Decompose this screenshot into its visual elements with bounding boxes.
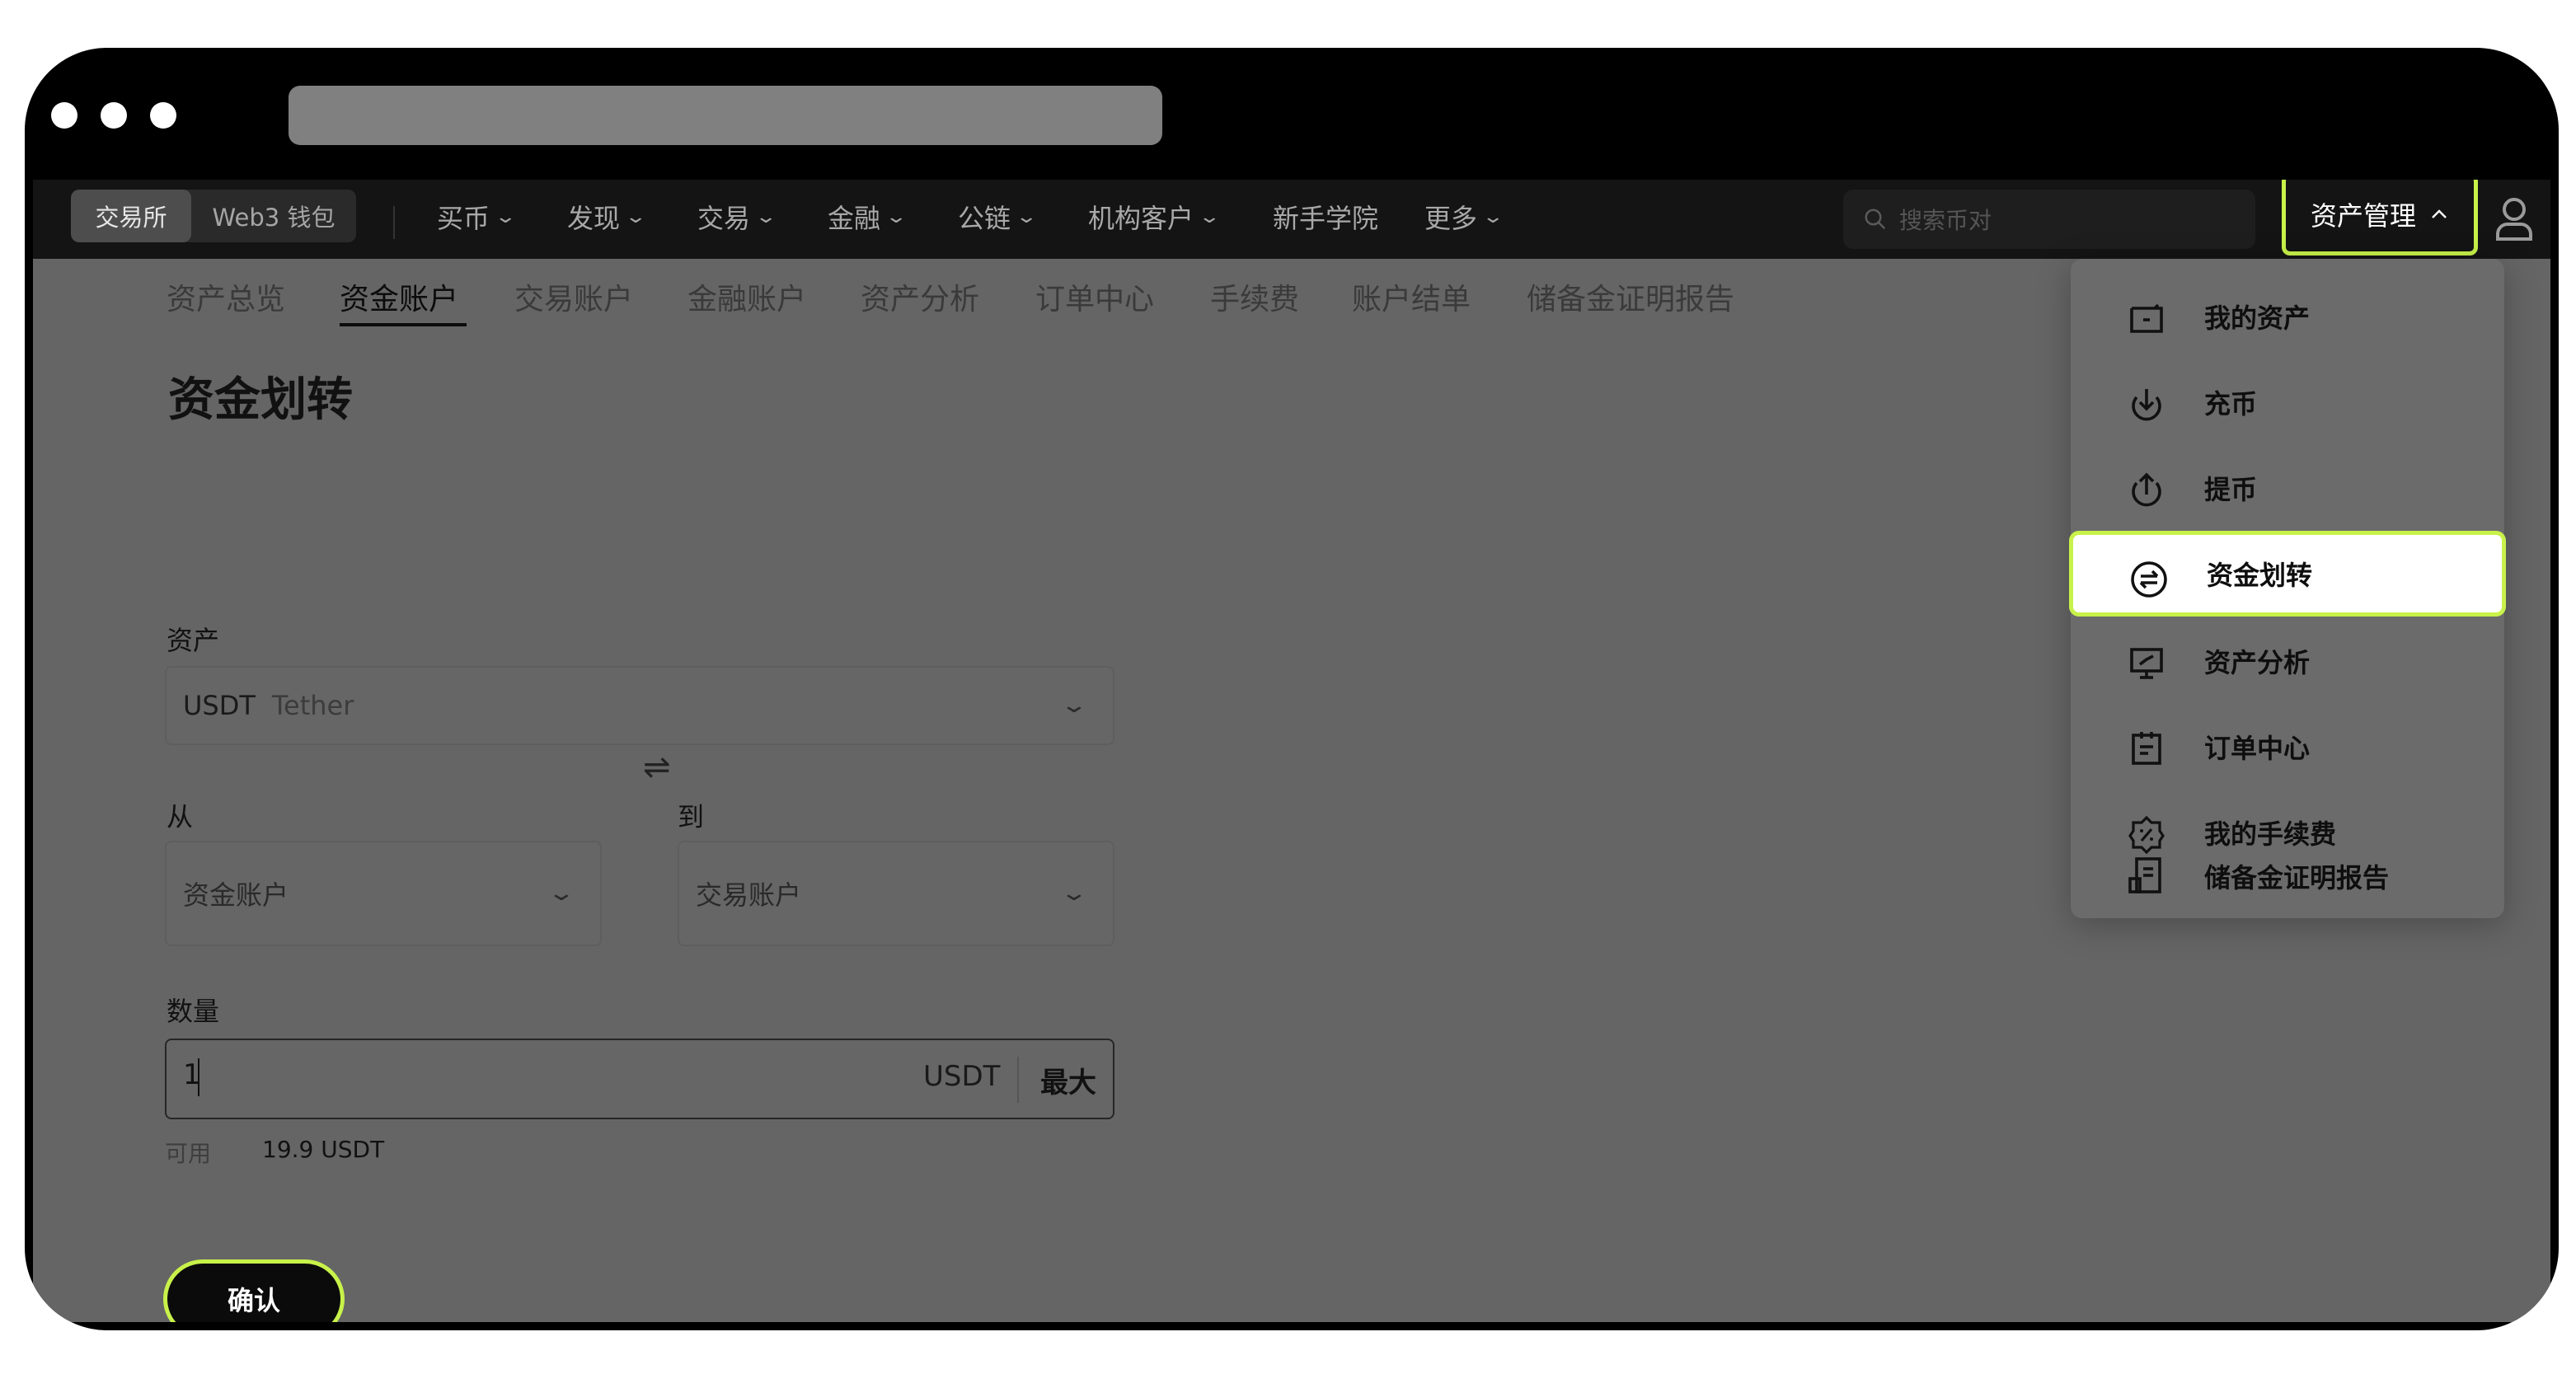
text-cursor: [198, 1058, 199, 1096]
asset-management-button[interactable]: 资产管理: [2282, 180, 2478, 256]
to-account-select[interactable]: 交易账户 ⌄: [678, 841, 1114, 946]
max-button[interactable]: 最大: [1040, 1060, 1096, 1100]
active-tab-underline: [340, 323, 467, 326]
menu-label: 订单中心: [2204, 733, 2311, 764]
asset-symbol: USDT: [183, 690, 256, 721]
nav-item-more[interactable]: 更多 ⌄: [1424, 198, 1504, 236]
fee-badge-icon: [2128, 815, 2165, 854]
available-value: 19.9 USDT: [262, 1136, 385, 1163]
report-icon: [2128, 857, 2161, 893]
chevron-up-icon: [2432, 209, 2447, 218]
asset-select[interactable]: USDT Tether ⌄: [165, 666, 1114, 745]
asset-management-label: 资产管理: [2310, 200, 2416, 232]
menu-label: 充币: [2204, 388, 2258, 420]
quantity-label: 数量: [167, 996, 220, 1027]
search-placeholder: 搜索币对: [1899, 207, 1992, 234]
menu-item-withdraw[interactable]: 提币: [2071, 445, 2504, 531]
to-account-value: 交易账户: [696, 879, 802, 911]
nav-item-discover[interactable]: 发现 ⌄: [567, 198, 647, 236]
tab-exchange[interactable]: 交易所: [71, 190, 191, 242]
search-input[interactable]: 搜索币对: [1843, 190, 2255, 249]
tab-finance-account[interactable]: 金融账户: [687, 275, 806, 318]
nav-label: 交易: [697, 203, 751, 234]
page-viewport: 交易所 Web3 钱包 买币 ⌄ 发现 ⌄ 交易 ⌄ 金融 ⌄ 公链 ⌄ 机构客户 ⌄ 新手…: [33, 180, 2550, 1322]
nav-label: 金融: [828, 203, 881, 234]
asset-label: 资产: [167, 625, 220, 656]
from-label: 从: [167, 801, 194, 832]
confirm-button[interactable]: 确认: [163, 1259, 345, 1322]
nav-label: 更多: [1424, 203, 1478, 234]
deposit-icon: [2132, 389, 2161, 421]
menu-item-my-assets[interactable]: 我的资产: [2071, 274, 2504, 359]
nav-item-buy[interactable]: 买币 ⌄: [437, 198, 517, 236]
withdraw-icon: [2132, 472, 2161, 507]
quantity-unit: USDT: [923, 1060, 1001, 1093]
menu-label: 资产分析: [2204, 647, 2311, 678]
chevron-down-icon: ⌄: [1059, 693, 1089, 718]
nav-item-chain[interactable]: 公链 ⌄: [958, 198, 1038, 236]
search-icon: [1865, 209, 1886, 230]
chevron-down-icon: ⌄: [547, 881, 576, 906]
window-dot-1: [51, 102, 77, 129]
nav-label: 公链: [958, 203, 1011, 234]
chevron-down-icon: ⌄: [1481, 206, 1505, 227]
page-title: 资金划转: [168, 373, 353, 427]
menu-label: 储备金证明报告: [2204, 862, 2390, 893]
asset-name: Tether: [271, 690, 354, 721]
input-divider: [1017, 1057, 1019, 1103]
to-label: 到: [678, 801, 705, 832]
nav-item-trade[interactable]: 交易 ⌄: [697, 198, 777, 236]
nav-item-academy[interactable]: 新手学院: [1273, 198, 1378, 236]
chevron-down-icon: ⌄: [1059, 881, 1089, 906]
nav-divider: [393, 206, 395, 239]
menu-label: 我的手续费: [2204, 818, 2337, 850]
from-account-value: 资金账户: [183, 879, 289, 911]
chevron-down-icon: ⌄: [754, 206, 778, 227]
nav-label: 新手学院: [1273, 203, 1379, 234]
tab-fees[interactable]: 手续费: [1210, 275, 1299, 318]
nav-label: 买币: [437, 203, 490, 234]
top-nav: 交易所 Web3 钱包 买币 ⌄ 发现 ⌄ 交易 ⌄ 金融 ⌄ 公链 ⌄ 机构客户 ⌄ 新手…: [33, 180, 2550, 259]
menu-item-asset-analysis[interactable]: 资产分析: [2071, 618, 2504, 704]
menu-item-transfer[interactable]: 资金划转: [2069, 531, 2506, 617]
tab-asset-analysis[interactable]: 资产分析: [861, 275, 979, 318]
menu-item-deposit[interactable]: 充币: [2071, 359, 2504, 445]
chevron-down-icon: ⌄: [884, 206, 908, 227]
chevron-down-icon: ⌄: [1198, 206, 1222, 227]
transfer-icon: [2131, 561, 2167, 598]
nav-label: 发现: [567, 203, 621, 234]
swap-icon[interactable]: ⇌: [643, 748, 671, 786]
nav-item-institutional[interactable]: 机构客户 ⌄: [1088, 198, 1221, 236]
tab-trading-account[interactable]: 交易账户: [514, 275, 633, 318]
tab-funding-account[interactable]: 资金账户: [340, 275, 458, 318]
nav-label: 机构客户: [1088, 203, 1194, 234]
address-bar[interactable]: [289, 86, 1162, 145]
analysis-icon: [2130, 648, 2163, 679]
menu-label: 我的资产: [2204, 302, 2311, 334]
asset-management-menu: 我的资产 充币 提币 资金划转 资产分析 订单中心 我的手续费 储备金证明报告: [2069, 259, 2506, 918]
menu-label: 提币: [2204, 474, 2258, 505]
chevron-down-icon: ⌄: [624, 206, 648, 227]
chevron-down-icon: ⌄: [1015, 206, 1039, 227]
window-dot-3: [150, 102, 176, 129]
platform-switch: 交易所 Web3 钱包: [71, 190, 356, 242]
window-dot-2: [101, 102, 127, 129]
tab-web3-wallet[interactable]: Web3 钱包: [191, 190, 356, 242]
menu-label: 资金划转: [2207, 560, 2313, 591]
wallet-icon: [2130, 303, 2163, 333]
calendar-icon: [2132, 732, 2161, 765]
menu-item-order-center[interactable]: 订单中心: [2071, 704, 2504, 790]
available-label: 可用: [165, 1140, 212, 1167]
user-icon[interactable]: [2494, 196, 2534, 242]
nav-item-finance[interactable]: 金融 ⌄: [828, 198, 908, 236]
chevron-down-icon: ⌄: [494, 206, 518, 227]
quantity-input[interactable]: 1 USDT 最大: [165, 1039, 1114, 1119]
tab-asset-overview[interactable]: 资产总览: [167, 275, 285, 318]
from-account-select[interactable]: 资金账户 ⌄: [165, 841, 602, 946]
tab-order-center[interactable]: 订单中心: [1035, 275, 1154, 318]
tab-statements[interactable]: 账户结单: [1352, 275, 1471, 318]
browser-frame: 交易所 Web3 钱包 买币 ⌄ 发现 ⌄ 交易 ⌄ 金融 ⌄ 公链 ⌄ 机构客户 ⌄ 新手…: [25, 48, 2559, 1330]
tab-proof-of-reserves[interactable]: 储备金证明报告: [1527, 275, 1734, 318]
